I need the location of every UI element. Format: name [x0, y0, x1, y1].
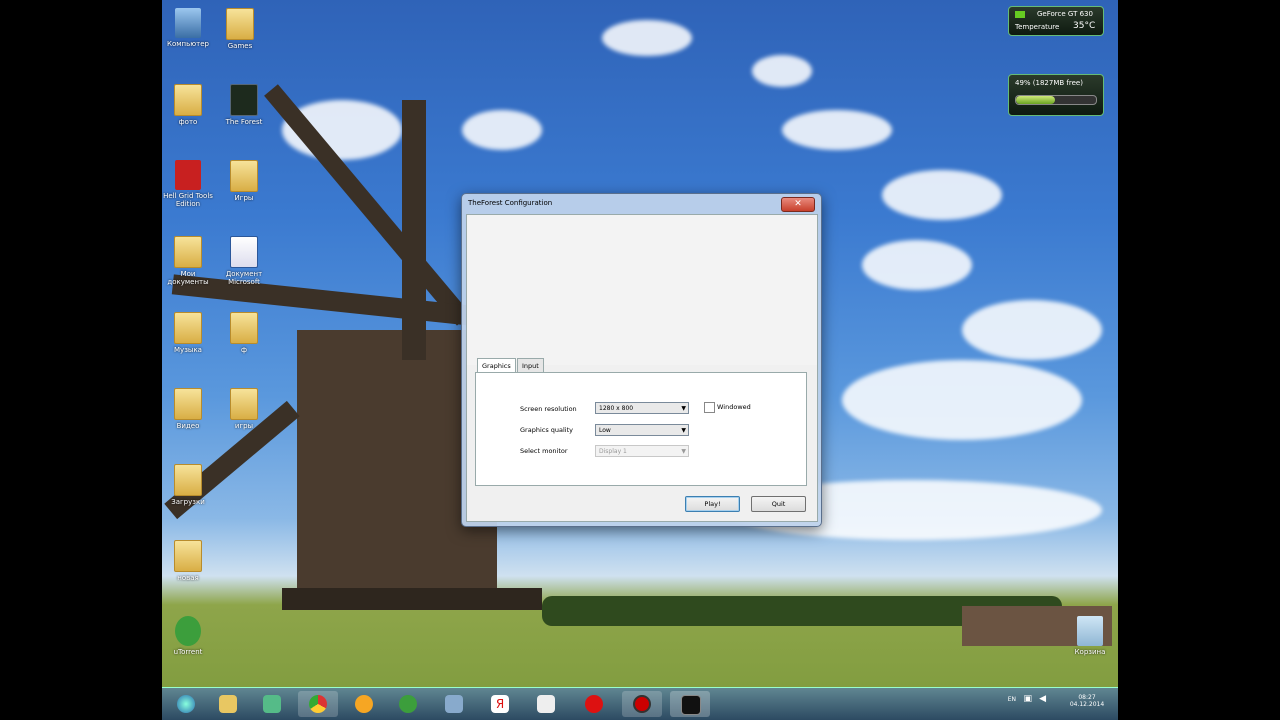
- config-dialog: TheForest Configuration ✕ Graphics Input…: [461, 193, 822, 527]
- taskbar-chrome[interactable]: [298, 691, 338, 717]
- windows-logo-icon: [177, 695, 195, 713]
- dialog-title: TheForest Configuration: [468, 199, 553, 207]
- folder-icon: [174, 84, 202, 116]
- graphics-panel: Screen resolution 1280 x 800 ▼ Windowed G…: [475, 372, 807, 486]
- desktop-icon-games[interactable]: Games: [214, 8, 266, 50]
- monitor-select: Display 1 ▼: [595, 445, 689, 457]
- folder-icon: [174, 312, 202, 344]
- taskbar: Я EN ▣ ◀ 08:27 04.12.2014: [162, 687, 1118, 720]
- folder-icon: [226, 8, 254, 40]
- desktop-icon-downloads[interactable]: Загрузки: [162, 464, 214, 506]
- start-button[interactable]: [166, 691, 206, 717]
- dropdown-arrow-icon: ▼: [681, 405, 686, 412]
- the-forest-icon: [681, 695, 701, 715]
- taskbar-the-forest[interactable]: [670, 691, 710, 717]
- gpu-temperature-gadget[interactable]: GeForce GT 630 Temperature 35°C: [1008, 6, 1104, 36]
- close-button[interactable]: ✕: [781, 197, 815, 212]
- desktop-icon-video[interactable]: Видео: [162, 388, 214, 430]
- memory-bar: [1015, 95, 1097, 105]
- notepad-icon: [537, 695, 555, 713]
- desktop-icon-computer[interactable]: Компьютер: [162, 8, 214, 48]
- desktop-icon-photo[interactable]: фото: [162, 84, 214, 126]
- desktop-icon-games2[interactable]: игры: [218, 388, 270, 430]
- tab-input[interactable]: Input: [517, 358, 544, 373]
- folder-icon: [174, 236, 202, 268]
- monitor-label: Select monitor: [520, 447, 568, 455]
- dropdown-arrow-icon: ▼: [681, 448, 686, 455]
- taskbar-media-player[interactable]: [434, 691, 474, 717]
- utorrent-icon: [175, 616, 201, 646]
- desktop-icon-utorrent[interactable]: uTorrent: [162, 616, 214, 656]
- media-icon: [263, 695, 281, 713]
- nvidia-icon: [1015, 11, 1025, 18]
- taskbar-media[interactable]: [252, 691, 292, 717]
- windowed-checkbox[interactable]: [704, 402, 715, 413]
- opera-icon: [585, 695, 603, 713]
- language-indicator[interactable]: EN: [1008, 696, 1016, 703]
- chrome-icon: [309, 695, 327, 713]
- taskbar-explorer[interactable]: [208, 691, 248, 717]
- desktop-icon-word[interactable]: Документ Microsoft: [218, 236, 270, 286]
- folder-icon: [174, 540, 202, 572]
- mail-icon: [355, 695, 373, 713]
- desktop-icon-music[interactable]: Музыка: [162, 312, 214, 354]
- dialog-titlebar[interactable]: TheForest Configuration ✕: [462, 194, 821, 214]
- system-tray: EN ▣ ◀ 08:27 04.12.2014: [1008, 694, 1112, 708]
- folder-icon: [174, 388, 202, 420]
- folder-icon: [230, 160, 258, 192]
- computer-icon: [175, 8, 201, 38]
- desktop-icon-app[interactable]: Hell Grid Tools Edition: [162, 160, 214, 208]
- desktop-icon-games-ru[interactable]: Игры: [218, 160, 270, 202]
- play-button[interactable]: Play!: [685, 496, 740, 512]
- folder-icon: [230, 312, 258, 344]
- app-icon: [175, 160, 201, 190]
- network-icon[interactable]: ▣: [1023, 694, 1032, 704]
- memory-bar-fill: [1016, 96, 1056, 104]
- clock[interactable]: 08:27 04.12.2014: [1062, 694, 1112, 708]
- taskbar-notepad[interactable]: [526, 691, 566, 717]
- volume-icon[interactable]: ◀: [1039, 694, 1046, 704]
- word-document-icon: [230, 236, 258, 268]
- windmill-blade: [402, 100, 426, 360]
- explorer-icon: [219, 695, 237, 713]
- folder-icon: [230, 388, 258, 420]
- dropdown-arrow-icon: ▼: [681, 427, 686, 434]
- quality-select[interactable]: Low ▼: [595, 424, 689, 436]
- resolution-label: Screen resolution: [520, 405, 577, 413]
- yandex-icon: Я: [491, 695, 509, 713]
- quit-button[interactable]: Quit: [751, 496, 806, 512]
- banner-area: [467, 215, 817, 365]
- taskbar-recorder[interactable]: [622, 691, 662, 717]
- recycle-bin-icon: [1077, 616, 1103, 646]
- desktop-icon-f[interactable]: ф: [218, 312, 270, 354]
- memory-gadget[interactable]: 49% (1827MB free): [1008, 74, 1104, 116]
- media-player-icon: [445, 695, 463, 713]
- desktop-icon-the-forest[interactable]: The Forest: [218, 84, 270, 126]
- desktop-icon-documents[interactable]: Мои документы: [162, 236, 214, 286]
- taskbar-utorrent[interactable]: [388, 691, 428, 717]
- record-icon: [633, 695, 651, 713]
- taskbar-yandex[interactable]: Я: [480, 691, 520, 717]
- taskbar-opera[interactable]: [574, 691, 614, 717]
- folder-icon: [174, 464, 202, 496]
- utorrent-icon: [399, 695, 417, 713]
- the-forest-icon: [230, 84, 258, 116]
- desktop-icon-new[interactable]: новая: [162, 540, 214, 582]
- desktop-icon-recycle-bin[interactable]: Корзина: [1064, 616, 1116, 656]
- windowed-label: Windowed: [717, 403, 751, 411]
- quality-label: Graphics quality: [520, 426, 574, 434]
- windmill-base: [282, 588, 542, 610]
- dialog-client: Graphics Input Screen resolution 1280 x …: [466, 214, 818, 522]
- resolution-select[interactable]: 1280 x 800 ▼: [595, 402, 689, 414]
- taskbar-mail[interactable]: [344, 691, 384, 717]
